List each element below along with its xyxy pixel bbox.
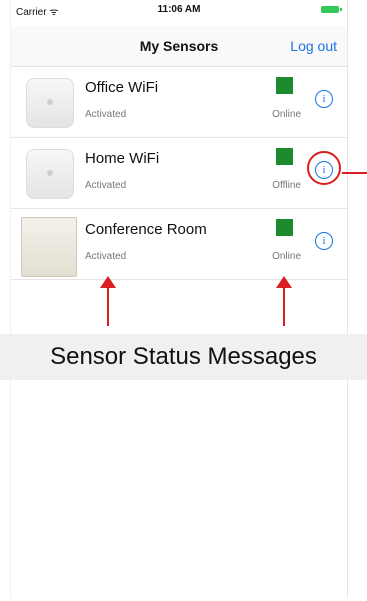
sensor-activation-status: Activated	[85, 251, 127, 262]
sensor-name: Office WiFi	[85, 79, 159, 96]
sensor-row-conference-room[interactable]: Conference Room Activated Online i	[11, 209, 347, 280]
navigation-bar: My Sensors Log out	[11, 26, 347, 67]
sensor-activation-status: Activated	[85, 180, 127, 191]
annotation-caption: Sensor Status Messages	[0, 334, 367, 380]
highlight-pointer-line	[342, 172, 367, 174]
sensor-connection-status: Online	[272, 251, 301, 262]
annotation-arrow-shaft	[107, 286, 109, 326]
status-indicator	[276, 219, 293, 236]
sensor-device-image	[26, 149, 74, 199]
logout-button[interactable]: Log out	[290, 38, 337, 54]
status-indicator	[276, 148, 293, 165]
sensor-device-image	[21, 217, 77, 277]
sensor-activation-status: Activated	[85, 109, 127, 120]
annotation-arrow-shaft	[283, 286, 285, 326]
info-icon[interactable]: i	[315, 90, 333, 108]
sensor-connection-status: Online	[272, 109, 301, 120]
sensor-name: Conference Room	[85, 221, 207, 238]
phone-screen: Carrier ᯤ 11:06 AM My Sensors Log out Of…	[10, 0, 348, 598]
sensor-name: Home WiFi	[85, 150, 160, 167]
sensor-device-image	[26, 78, 74, 128]
clock: 11:06 AM	[157, 4, 201, 15]
highlight-circle	[307, 151, 341, 185]
sensor-row-home-wifi[interactable]: Home WiFi Activated Offline i	[11, 138, 347, 209]
status-indicator	[276, 77, 293, 94]
sensor-row-office-wifi[interactable]: Office WiFi Activated Online i	[11, 67, 347, 138]
sensor-connection-status: Offline	[272, 180, 301, 191]
status-bar: Carrier ᯤ 11:06 AM	[11, 0, 347, 18]
info-icon[interactable]: i	[315, 232, 333, 250]
battery-icon	[321, 6, 342, 13]
